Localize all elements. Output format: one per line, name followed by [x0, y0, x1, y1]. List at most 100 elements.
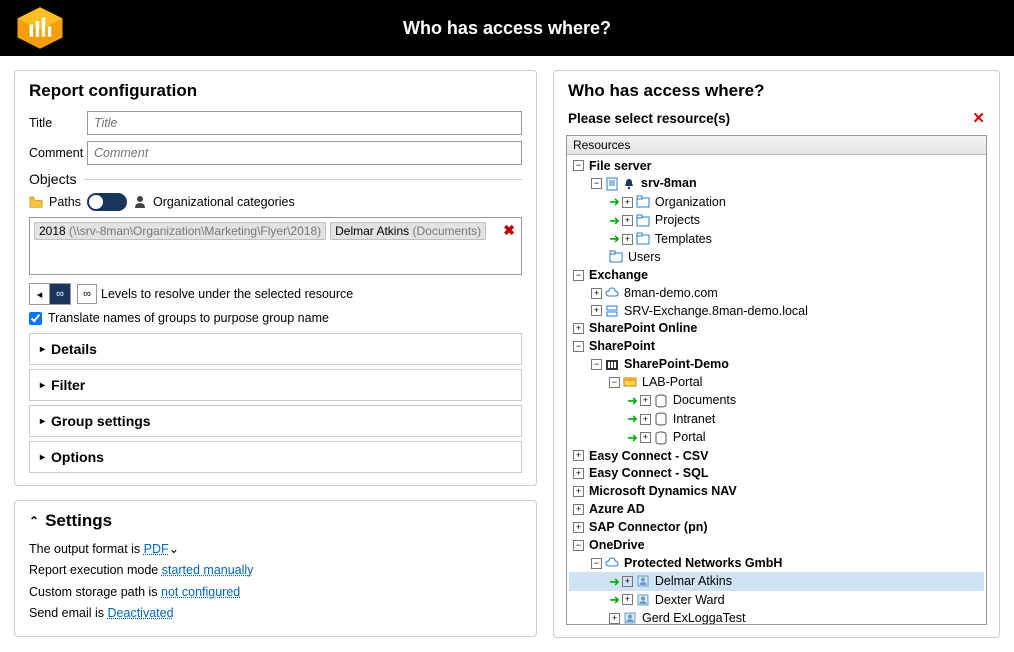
expander-icon[interactable]: + [640, 395, 651, 406]
expander-icon[interactable]: + [609, 613, 620, 624]
tree-node[interactable]: +8man-demo.com [569, 284, 984, 302]
expander-icon[interactable]: + [573, 468, 584, 479]
expander-icon[interactable]: + [622, 197, 633, 208]
orgcat-label: Organizational categories [153, 195, 295, 209]
tree-node[interactable]: −File server [569, 157, 984, 175]
expander-icon[interactable]: + [573, 323, 584, 334]
app-logo-icon [14, 2, 66, 54]
accordion-group-settings[interactable]: Group settings [30, 406, 521, 436]
expander-icon[interactable]: + [573, 486, 584, 497]
tree-node-label: Exchange [587, 267, 650, 284]
output-format-link[interactable]: PDF [144, 542, 169, 556]
level-loop-button[interactable]: ∞ [77, 284, 97, 304]
tree-node[interactable]: +Easy Connect - SQL [569, 465, 984, 483]
cloud-icon [605, 286, 619, 300]
tree-node[interactable]: +SAP Connector (pn) [569, 519, 984, 537]
tree-node[interactable]: +Azure AD [569, 501, 984, 519]
tree-node[interactable]: ➜+Delmar Atkins [569, 572, 984, 591]
expander-icon[interactable]: − [573, 341, 584, 352]
expander-icon[interactable]: − [609, 377, 620, 388]
user-icon [636, 593, 650, 607]
tree-node[interactable]: ➜+Projects [569, 211, 984, 230]
tree-node[interactable]: −Exchange [569, 266, 984, 284]
tree-node[interactable]: + Gerd ExLoggaTest [569, 609, 984, 625]
exec-mode-link[interactable]: started manually [162, 563, 254, 577]
close-icon[interactable]: ✕ [972, 109, 985, 127]
expander-icon[interactable]: − [591, 178, 602, 189]
expander-icon[interactable]: − [591, 359, 602, 370]
objects-label: Objects [29, 171, 76, 187]
tree-node-label: SharePoint Online [587, 320, 699, 337]
resource-panel: Who has access where? Please select reso… [553, 70, 1000, 638]
tree-node[interactable]: +SRV-Exchange.8man-demo.local [569, 302, 984, 320]
tree-node[interactable]: ➜+Templates [569, 230, 984, 249]
tree-node[interactable]: +Microsoft Dynamics NAV [569, 483, 984, 501]
tree-node-label: 8man-demo.com [622, 285, 720, 302]
tree-node-label: File server [587, 158, 654, 175]
expander-icon[interactable]: + [622, 234, 633, 245]
resource-tree[interactable]: Resources −File server−srv-8man➜+Organiz… [566, 135, 987, 625]
tree-node-label: Azure AD [587, 501, 647, 518]
expander-icon[interactable]: − [573, 160, 584, 171]
expander-icon[interactable]: − [573, 540, 584, 551]
tree-node[interactable]: ➜+Portal [569, 428, 984, 447]
title-input[interactable] [87, 111, 522, 135]
expander-icon[interactable]: + [573, 504, 584, 515]
tree-node-label: SharePoint-Demo [622, 356, 731, 373]
person-icon [133, 195, 147, 209]
tree-node-label: Gerd ExLoggaTest [640, 610, 748, 625]
expander-icon[interactable]: − [573, 270, 584, 281]
expander-icon[interactable]: + [640, 432, 651, 443]
remove-objects-icon[interactable]: ✖ [503, 222, 515, 239]
report-config-panel: Report configuration Title Comment Objec… [14, 70, 537, 486]
storage-path-link[interactable]: not configured [161, 585, 240, 599]
expander-icon[interactable]: + [591, 288, 602, 299]
folder-icon [609, 250, 623, 264]
paths-toggle[interactable] [87, 193, 127, 211]
expander-icon[interactable]: + [591, 305, 602, 316]
comment-input[interactable] [87, 141, 522, 165]
send-email-link[interactable]: Deactivated [108, 606, 174, 620]
user-icon [636, 574, 650, 588]
expander-icon[interactable]: + [622, 594, 633, 605]
expander-icon[interactable]: + [640, 414, 651, 425]
db-icon [654, 431, 668, 445]
page-title: Who has access where? [0, 18, 1014, 39]
arrow-right-icon: ➜ [609, 193, 620, 211]
tree-node[interactable]: −Protected Networks GmbH [569, 554, 984, 572]
arrow-right-icon: ➜ [609, 212, 620, 230]
tree-node[interactable]: ➜+Documents [569, 391, 984, 410]
tree-node[interactable]: Users [569, 248, 984, 266]
object-chip[interactable]: 2018 (\\srv-8man\Organization\Marketing\… [34, 222, 326, 240]
expander-icon[interactable]: − [591, 558, 602, 569]
tree-node[interactable]: ➜+Organization [569, 193, 984, 212]
settings-title[interactable]: Settings [15, 501, 536, 535]
tree-node[interactable]: − SharePoint-Demo [569, 356, 984, 374]
expander-icon[interactable]: + [622, 215, 633, 226]
tree-node[interactable]: −OneDrive [569, 536, 984, 554]
sp-icon [605, 358, 619, 372]
tree-node[interactable]: −SharePoint [569, 338, 984, 356]
tree-node[interactable]: −LAB-Portal [569, 374, 984, 392]
accordion-filter[interactable]: Filter [30, 370, 521, 400]
expander-icon[interactable]: + [573, 522, 584, 533]
level-prev-button[interactable]: ◂ [30, 284, 50, 304]
tree-node[interactable]: +SharePoint Online [569, 320, 984, 338]
expander-icon[interactable]: + [573, 450, 584, 461]
objects-box[interactable]: 2018 (\\srv-8man\Organization\Marketing\… [29, 217, 522, 275]
tree-node-label: Intranet [671, 411, 717, 428]
tree-node[interactable]: +Easy Connect - CSV [569, 447, 984, 465]
accordion-options[interactable]: Options [30, 442, 521, 472]
level-infinity-button[interactable]: ∞ [50, 284, 70, 304]
tree-node[interactable]: ➜+Dexter Ward [569, 591, 984, 610]
tree-node-label: Portal [671, 429, 708, 446]
object-chip[interactable]: Delmar Atkins (Documents) [330, 222, 486, 240]
tree-node[interactable]: −srv-8man [569, 175, 984, 193]
bell-icon [622, 177, 636, 191]
tree-node[interactable]: ➜+Intranet [569, 410, 984, 429]
expander-icon[interactable]: + [622, 576, 633, 587]
tree-node-label: Documents [671, 392, 738, 409]
tree-node-label: Delmar Atkins [653, 573, 734, 590]
translate-checkbox[interactable] [29, 312, 42, 325]
accordion-details[interactable]: Details [30, 334, 521, 364]
